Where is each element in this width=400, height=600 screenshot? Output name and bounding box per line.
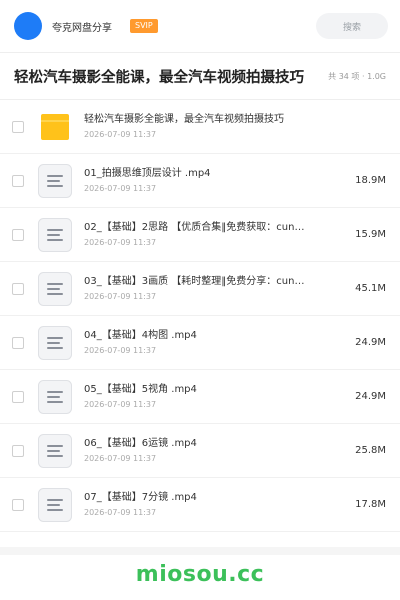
document-icon <box>38 487 72 522</box>
file-row[interactable]: 05_【基础】5视角 .mp4 2026-07-09 11:37 24.9M <box>0 370 400 424</box>
row-checkbox[interactable] <box>12 228 24 241</box>
item-size: 45.1M <box>355 283 386 294</box>
row-checkbox[interactable] <box>12 498 24 511</box>
file-row[interactable]: 03_【基础】3画质 【耗时整理‖免费分享：cun… 2026-07-09 11:… <box>0 262 400 316</box>
row-checkbox[interactable] <box>12 444 24 457</box>
item-info: 07_【基础】7分镜 .mp4 2026-07-09 11:37 <box>84 491 339 518</box>
item-info: 03_【基础】3画质 【耗时整理‖免费分享：cun… 2026-07-09 11:… <box>84 275 339 302</box>
item-name[interactable]: 轻松汽车摄影全能课，最全汽车视频拍摄技巧 <box>84 113 386 127</box>
item-date: 2026-07-09 11:37 <box>84 346 157 355</box>
folder-row[interactable]: 轻松汽车摄影全能课，最全汽车视频拍摄技巧 2026-07-09 11:37 <box>0 100 400 154</box>
file-row[interactable]: 06_【基础】6运镜 .mp4 2026-07-09 11:37 25.8M <box>0 424 400 478</box>
row-checkbox[interactable] <box>12 390 24 403</box>
row-checkbox[interactable] <box>12 174 24 187</box>
document-icon <box>38 217 72 252</box>
item-name[interactable]: 03_【基础】3画质 【耗时整理‖免费分享：cun… <box>84 275 339 289</box>
file-row[interactable]: 02_【基础】2思路 【优质合集‖免费获取：cun… 2026-07-09 11:… <box>0 208 400 262</box>
document-icon <box>38 271 72 306</box>
item-info: 06_【基础】6运镜 .mp4 2026-07-09 11:37 <box>84 437 339 464</box>
item-date: 2026-07-09 11:37 <box>84 292 157 301</box>
svip-badge: SVIP <box>130 19 158 33</box>
row-checkbox[interactable] <box>12 336 24 349</box>
item-size: 24.9M <box>355 391 386 402</box>
item-name[interactable]: 07_【基础】7分镜 .mp4 <box>84 491 339 505</box>
item-name[interactable]: 01_拍摄思维顶层设计 .mp4 <box>84 167 339 181</box>
document-icon <box>38 325 72 360</box>
search-input[interactable]: 搜索 <box>316 13 388 39</box>
top-header: 夸克网盘分享 SVIP 搜索 <box>0 0 400 52</box>
item-date: 2026-07-09 11:37 <box>84 184 157 193</box>
file-row[interactable]: 07_【基础】7分镜 .mp4 2026-07-09 11:37 17.8M <box>0 478 400 532</box>
item-date: 2026-07-09 11:37 <box>84 130 157 139</box>
bottom-divider <box>0 547 400 555</box>
item-date: 2026-07-09 11:37 <box>84 508 157 517</box>
share-owner-name: 夸克网盘分享 <box>52 22 112 34</box>
item-info: 01_拍摄思维顶层设计 .mp4 2026-07-09 11:37 <box>84 167 339 194</box>
folder-meta: 共 34 项 · 1.0G <box>328 71 386 81</box>
folder-title-bar: 轻松汽车摄影全能课，最全汽车视频拍摄技巧 共 34 项 · 1.0G <box>0 52 400 100</box>
item-name[interactable]: 05_【基础】5视角 .mp4 <box>84 383 339 397</box>
document-icon <box>38 433 72 468</box>
item-info: 05_【基础】5视角 .mp4 2026-07-09 11:37 <box>84 383 339 410</box>
file-row[interactable]: 04_【基础】4构图 .mp4 2026-07-09 11:37 24.9M <box>0 316 400 370</box>
watermark: miosou.cc <box>135 562 265 587</box>
item-info: 04_【基础】4构图 .mp4 2026-07-09 11:37 <box>84 329 339 356</box>
item-name[interactable]: 04_【基础】4构图 .mp4 <box>84 329 339 343</box>
row-checkbox[interactable] <box>12 120 24 133</box>
file-row[interactable]: 01_拍摄思维顶层设计 .mp4 2026-07-09 11:37 18.9M <box>0 154 400 208</box>
item-date: 2026-07-09 11:37 <box>84 400 157 409</box>
avatar[interactable] <box>14 12 42 40</box>
document-icon <box>38 379 72 414</box>
folder-icon <box>38 110 72 144</box>
item-date: 2026-07-09 11:37 <box>84 454 157 463</box>
row-checkbox[interactable] <box>12 282 24 295</box>
item-info: 02_【基础】2思路 【优质合集‖免费获取：cun… 2026-07-09 11:… <box>84 221 339 248</box>
item-info: 轻松汽车摄影全能课，最全汽车视频拍摄技巧 2026-07-09 11:37 <box>84 113 386 140</box>
page-title: 轻松汽车摄影全能课，最全汽车视频拍摄技巧 <box>14 69 304 86</box>
item-size: 15.9M <box>355 229 386 240</box>
item-date: 2026-07-09 11:37 <box>84 238 157 247</box>
item-name[interactable]: 06_【基础】6运镜 .mp4 <box>84 437 339 451</box>
item-name[interactable]: 02_【基础】2思路 【优质合集‖免费获取：cun… <box>84 221 339 235</box>
item-size: 25.8M <box>355 445 386 456</box>
item-size: 17.8M <box>355 499 386 510</box>
document-icon <box>38 163 72 198</box>
item-size: 24.9M <box>355 337 386 348</box>
item-size: 18.9M <box>355 175 386 186</box>
file-list: 轻松汽车摄影全能课，最全汽车视频拍摄技巧 2026-07-09 11:37 01_拍… <box>0 100 400 532</box>
